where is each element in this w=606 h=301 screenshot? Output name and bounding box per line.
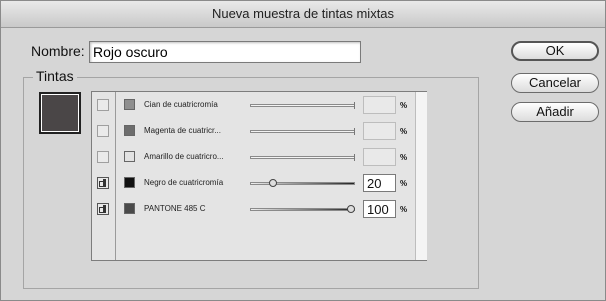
ink-percent-field[interactable] bbox=[363, 122, 396, 140]
ink-percent-slider[interactable] bbox=[250, 179, 355, 187]
ink-include-toggle[interactable] bbox=[97, 99, 109, 111]
slider-thumb[interactable] bbox=[269, 179, 278, 187]
ink-percent-slider[interactable] bbox=[250, 205, 355, 213]
ink-percent-slider[interactable] bbox=[250, 128, 355, 135]
ink-name: PANTONE 485 C bbox=[144, 204, 206, 213]
ink-include-toggle[interactable] bbox=[97, 125, 109, 137]
name-label: Nombre: bbox=[31, 43, 85, 59]
ink-percent-slider[interactable] bbox=[250, 102, 355, 109]
ink-row: Negro de cuatricromía 20 % bbox=[92, 170, 426, 196]
cancel-button[interactable]: Cancelar bbox=[511, 73, 599, 93]
ink-name: Negro de cuatricromía bbox=[144, 178, 224, 187]
window-title: Nueva muestra de tintas mixtas bbox=[1, 1, 605, 28]
ink-include-toggle[interactable] bbox=[97, 151, 109, 163]
ok-button[interactable]: OK bbox=[511, 41, 599, 61]
ink-percent-field[interactable]: 100 bbox=[363, 200, 396, 218]
ink-color-chip bbox=[124, 151, 135, 162]
percent-sign: % bbox=[400, 205, 408, 214]
percent-sign: % bbox=[400, 179, 408, 188]
inks-list: Cian de cuatricromía % Magenta de cuatri… bbox=[91, 91, 427, 261]
inks-list-scrollbar[interactable] bbox=[415, 92, 427, 260]
ink-included-icon[interactable] bbox=[97, 203, 109, 215]
inks-group-label: Tintas bbox=[33, 68, 77, 84]
ink-name: Cian de cuatricromía bbox=[144, 100, 218, 109]
ink-color-chip bbox=[124, 177, 135, 188]
ink-row: Cian de cuatricromía % bbox=[92, 92, 426, 118]
ink-percent-field[interactable] bbox=[363, 148, 396, 166]
ink-row: Magenta de cuatricr... % bbox=[92, 118, 426, 144]
name-input[interactable] bbox=[89, 41, 361, 63]
ink-name: Magenta de cuatricr... bbox=[144, 126, 221, 135]
mixed-ink-preview-swatch bbox=[39, 92, 81, 134]
percent-sign: % bbox=[400, 101, 408, 110]
ink-percent-field[interactable] bbox=[363, 96, 396, 114]
add-button[interactable]: Añadir bbox=[511, 102, 599, 122]
ink-percent-slider[interactable] bbox=[250, 154, 355, 161]
ink-row: Amarillo de cuatricro... % bbox=[92, 144, 426, 170]
ink-color-chip bbox=[124, 203, 135, 214]
ink-included-icon[interactable] bbox=[97, 177, 109, 189]
ink-name: Amarillo de cuatricro... bbox=[144, 152, 224, 161]
percent-sign: % bbox=[400, 127, 408, 136]
ink-color-chip bbox=[124, 99, 135, 110]
dialog-window: Nueva muestra de tintas mixtas Nombre: O… bbox=[0, 0, 606, 301]
ink-color-chip bbox=[124, 125, 135, 136]
slider-thumb[interactable] bbox=[347, 205, 355, 213]
percent-sign: % bbox=[400, 153, 408, 162]
ink-row: PANTONE 485 C 100 % bbox=[92, 196, 426, 222]
ink-percent-field[interactable]: 20 bbox=[363, 174, 396, 192]
